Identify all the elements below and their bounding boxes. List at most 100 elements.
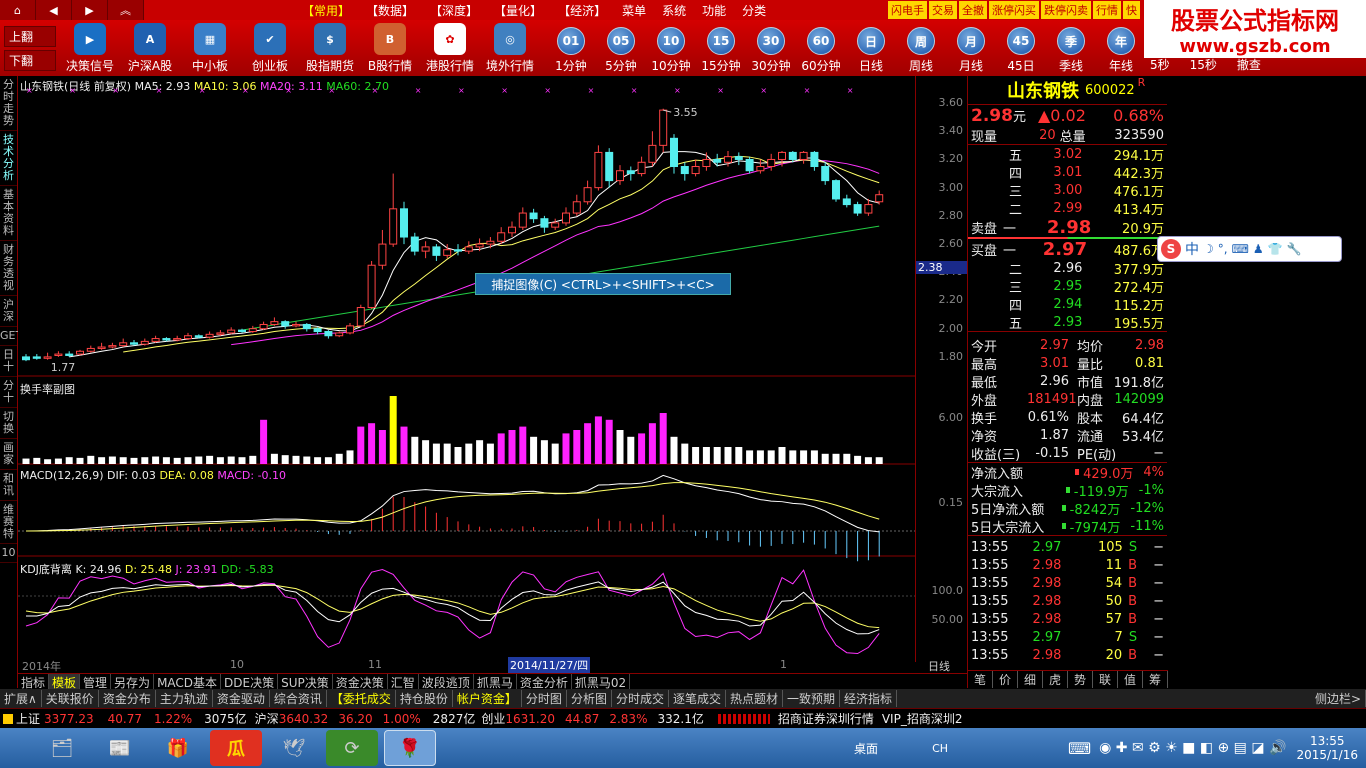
menu-item-6[interactable]: 系统 (654, 2, 694, 19)
indicator-tab-12[interactable]: 抓黑马02 (572, 674, 631, 690)
tray-icons[interactable]: ◉ ✚ ✉ ⚙ ☀ ■ ◧ ⊕ ▤ ◪ 🔊 (1099, 740, 1286, 756)
side-tab-11[interactable]: 维赛特 (0, 501, 17, 544)
gua-icon[interactable]: 瓜 (210, 730, 262, 766)
market-button-2[interactable]: ▦ 中小板 (180, 20, 240, 76)
ime-toolbar[interactable]: S 中 ☽ °, ⌨ ♟ 👕 🔧 (1157, 236, 1342, 262)
quick-button-4[interactable]: 跌停闪卖 (1041, 1, 1091, 19)
menu-item-2[interactable]: 【深度】 (422, 2, 486, 19)
period-button-4[interactable]: 30 30分钟 (746, 20, 796, 76)
side-tab-7[interactable]: 分十 (0, 377, 17, 408)
period-button-5[interactable]: 60 60分钟 (796, 20, 846, 76)
quick-button-0[interactable]: 闪电手 (888, 1, 927, 19)
page-up-button[interactable]: 上翻 (4, 25, 56, 47)
func-item-8[interactable]: 帐户资金】 (453, 690, 522, 707)
func-item-2[interactable]: 资金分布 (99, 690, 156, 707)
quote-tab-6[interactable]: 值 (1118, 671, 1143, 688)
quote-tab-5[interactable]: 联 (1093, 671, 1118, 688)
market-button-0[interactable]: ▶ 决策信号 (60, 20, 120, 76)
back-icon[interactable]: ◀ (36, 0, 72, 20)
period-button-9[interactable]: 45 45日 (996, 20, 1046, 76)
indicator-tab-4[interactable]: MACD基本 (154, 674, 222, 690)
home-icon[interactable]: ⌂ (0, 0, 36, 20)
side-tab-8[interactable]: 切换 (0, 408, 17, 439)
func-item-0[interactable]: 扩展∧ (0, 690, 42, 707)
quote-tab-7[interactable]: 筹 (1143, 671, 1168, 688)
market-button-7[interactable]: ◎ 境外行情 (480, 20, 540, 76)
period-button-11[interactable]: 年年线 (1096, 20, 1146, 76)
period-button-3[interactable]: 15 15分钟 (696, 20, 746, 76)
period-button-1[interactable]: 05 5分钟 (596, 20, 646, 76)
chinese-mode-icon[interactable]: 中 (1185, 239, 1199, 259)
quote-tab-4[interactable]: 势 (1068, 671, 1093, 688)
quote-tab-0[interactable]: 笔 (968, 671, 993, 688)
func-item-1[interactable]: 关联报价 (42, 690, 99, 707)
indicator-tab-1[interactable]: 模板 (49, 674, 81, 690)
input-lang[interactable]: CH (932, 742, 948, 755)
side-tab-12[interactable]: 10 (0, 544, 17, 563)
quick-button-5[interactable]: 行情 (1093, 1, 1121, 19)
side-tab-1[interactable]: 技术分析 (0, 131, 17, 186)
indicator-tab-5[interactable]: DDE决策 (221, 674, 279, 690)
indicator-tab-7[interactable]: 资金决策 (333, 674, 388, 690)
period-button-7[interactable]: 周周线 (896, 20, 946, 76)
func-item-12[interactable]: 逐笔成交 (669, 690, 726, 707)
page-down-button[interactable]: 下翻 (4, 49, 56, 71)
menu-item-7[interactable]: 功能 (694, 2, 734, 19)
side-tab-5[interactable]: GET (0, 327, 22, 346)
market-button-5[interactable]: B B股行情 (360, 20, 420, 76)
quote-tab-3[interactable]: 虎 (1043, 671, 1068, 688)
extra-button-0[interactable]: 5秒 (1150, 56, 1170, 73)
func-item-6[interactable]: 【委托成交 (327, 690, 396, 707)
menu-item-1[interactable]: 【数据】 (358, 2, 422, 19)
func-item-10[interactable]: 分析图 (567, 690, 612, 707)
side-tab-9[interactable]: 画家 (0, 439, 17, 470)
menu-item-4[interactable]: 【经济】 (550, 2, 614, 19)
side-tab-0[interactable]: 分时走势 (0, 76, 17, 131)
quick-button-1[interactable]: 交易 (929, 1, 957, 19)
skin-icon[interactable]: 👕 (1268, 242, 1283, 256)
document-icon[interactable]: 📰 (94, 730, 146, 766)
func-item-13[interactable]: 热点题材 (726, 690, 783, 707)
func-item-16[interactable]: 侧边栏> (1311, 690, 1366, 707)
moon-icon[interactable]: ☽ (1203, 242, 1214, 256)
indicator-tab-2[interactable]: 管理 (80, 674, 112, 690)
tool-icon[interactable]: 🔧 (1287, 242, 1302, 256)
forward-icon[interactable]: ▶ (72, 0, 108, 20)
quick-button-3[interactable]: 涨停闪买 (989, 1, 1039, 19)
menu-item-5[interactable]: 菜单 (614, 2, 654, 19)
func-item-11[interactable]: 分时成交 (612, 690, 669, 707)
clock[interactable]: 13:55 2015/1/16 (1296, 734, 1358, 762)
side-tab-10[interactable]: 和讯 (0, 470, 17, 501)
indicator-tab-3[interactable]: 另存为 (111, 674, 155, 690)
indicator-tab-6[interactable]: SUP决策 (278, 674, 333, 690)
explorer-icon[interactable]: 🗂 (36, 730, 88, 766)
func-item-4[interactable]: 资金驱动 (213, 690, 270, 707)
punct-icon[interactable]: °, (1218, 242, 1228, 256)
indicator-tab-9[interactable]: 波段逃顶 (419, 674, 474, 690)
user-icon[interactable]: ♟ (1253, 242, 1264, 256)
side-tab-4[interactable]: 沪深 (0, 296, 17, 327)
func-item-7[interactable]: 持仓股份 (396, 690, 453, 707)
desktop-label[interactable]: 桌面 (854, 740, 878, 757)
period-label[interactable]: 日线 (928, 658, 950, 674)
side-tab-6[interactable]: 日十 (0, 346, 17, 377)
func-item-15[interactable]: 经济指标 (840, 690, 898, 707)
period-button-10[interactable]: 季季线 (1046, 20, 1096, 76)
indicator-tab-8[interactable]: 汇智 (388, 674, 419, 690)
quote-tab-2[interactable]: 细 (1018, 671, 1043, 688)
period-button-6[interactable]: 日日线 (846, 20, 896, 76)
period-button-2[interactable]: 10 10分钟 (646, 20, 696, 76)
keyboard-icon[interactable]: ⌨ (1232, 242, 1249, 256)
indicator-tab-11[interactable]: 资金分析 (517, 674, 572, 690)
keyboard-tray-icon[interactable]: ⌨ (1068, 739, 1091, 758)
quick-button-6[interactable]: 快 (1123, 1, 1140, 19)
indicator-tab-0[interactable]: 指标 (18, 674, 50, 690)
rose-icon[interactable]: 🌹 (384, 730, 436, 766)
chart-area[interactable]: 山东钢铁(日线 前复权) MA5: 2.93 MA10: 3.06 MA20: … (18, 76, 915, 673)
func-item-3[interactable]: 主力轨迹 (156, 690, 213, 707)
capture-image-menu-item[interactable]: 捕捉图像(C) <CTRL>+<SHIFT>+<C> (475, 273, 731, 295)
bird-icon[interactable]: 🕊 (268, 730, 320, 766)
market-button-3[interactable]: ✔ 创业板 (240, 20, 300, 76)
refresh-app-icon[interactable]: ⟳ (326, 730, 378, 766)
extra-button-1[interactable]: 15秒 (1190, 56, 1217, 73)
